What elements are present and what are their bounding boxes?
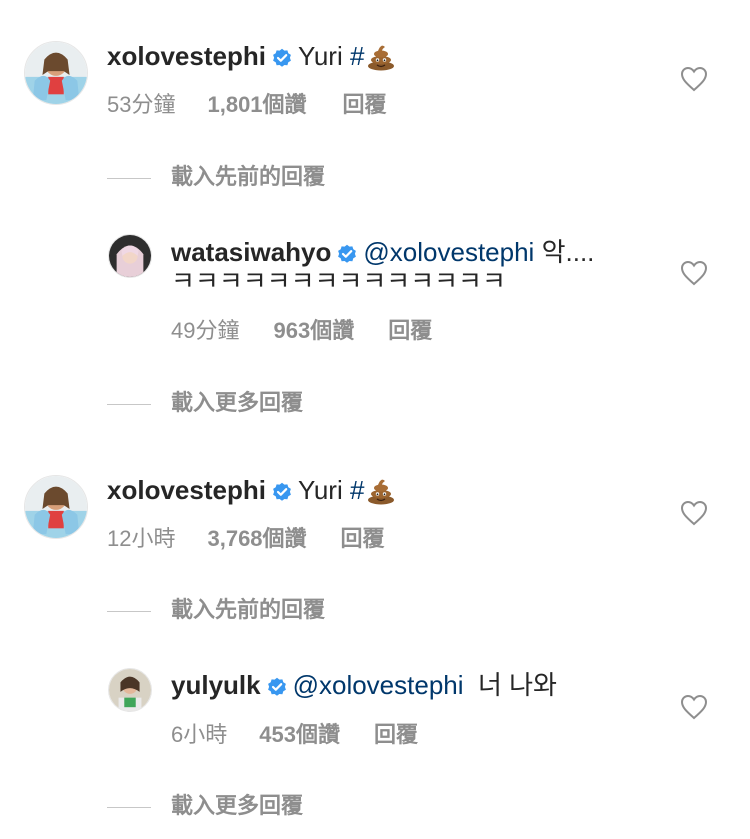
divider-dash — [107, 177, 151, 179]
reply-meta: 49分鐘 963個讚 回覆 — [171, 317, 432, 345]
reply-meta: 6小時 453個讚 回覆 — [171, 721, 418, 749]
timestamp: 49分鐘 — [171, 318, 240, 343]
timestamp: 6小時 — [171, 722, 228, 747]
username-link[interactable]: xolovestephi — [107, 41, 266, 71]
reply-body: 악.... — [541, 237, 595, 267]
divider-dash — [107, 806, 151, 808]
verified-badge-icon — [272, 478, 292, 508]
poo-emoji-icon — [366, 475, 396, 511]
load-more-label: 載入更多回覆 — [171, 793, 304, 818]
comment-text: xolovestephi Yuri # — [107, 475, 396, 511]
comment-body: Yuri — [297, 41, 343, 71]
divider-dash — [107, 403, 151, 405]
likes-count[interactable]: 3,768個讚 — [207, 525, 306, 553]
load-more-replies-button[interactable]: 載入更多回覆 — [107, 389, 303, 417]
username-link[interactable]: xolovestephi — [107, 475, 266, 505]
like-heart-icon[interactable] — [680, 694, 708, 720]
timestamp: 53分鐘 — [107, 92, 176, 117]
hashtag-link[interactable]: # — [350, 475, 364, 505]
reply-text-line2: ㅋㅋㅋㅋㅋㅋㅋㅋㅋㅋㅋㅋㅋㅋ — [171, 266, 506, 296]
verified-badge-icon — [267, 673, 287, 703]
load-more-label: 載入更多回覆 — [171, 390, 304, 415]
like-heart-icon[interactable] — [680, 500, 708, 526]
avatar[interactable] — [24, 41, 88, 105]
divider-dash — [107, 610, 151, 612]
hashtag-link[interactable]: # — [350, 41, 364, 71]
load-more-label: 載入先前的回覆 — [171, 597, 326, 622]
load-more-label: 載入先前的回覆 — [171, 164, 326, 189]
like-heart-icon[interactable] — [680, 260, 708, 286]
reply-button[interactable]: 回覆 — [374, 721, 418, 749]
username-link[interactable]: yulyulk — [171, 670, 261, 700]
comment-text: xolovestephi Yuri # — [107, 41, 396, 77]
likes-count[interactable]: 963個讚 — [273, 317, 354, 345]
verified-badge-icon — [272, 44, 292, 74]
mention-link[interactable]: @xolovestephi — [293, 670, 464, 700]
username-link[interactable]: watasiwahyo — [171, 237, 331, 267]
comment-meta: 53分鐘 1,801個讚 回覆 — [107, 91, 387, 119]
likes-count[interactable]: 1,801個讚 — [207, 91, 306, 119]
comment-body: Yuri — [297, 475, 343, 505]
comment-meta: 12小時 3,768個讚 回覆 — [107, 525, 385, 553]
timestamp: 12小時 — [107, 526, 176, 551]
avatar[interactable] — [108, 234, 152, 278]
likes-count[interactable]: 453個讚 — [259, 721, 340, 749]
poo-emoji-icon — [366, 41, 396, 77]
reply-text: yulyulk @xolovestephi 너 나와 — [171, 670, 557, 703]
reply-button[interactable]: 回覆 — [388, 317, 432, 345]
avatar[interactable] — [108, 668, 152, 712]
load-more-replies-button[interactable]: 載入更多回覆 — [107, 792, 303, 820]
reply-body: 너 나와 — [477, 670, 557, 700]
reply-button[interactable]: 回覆 — [341, 525, 385, 553]
load-previous-replies-button[interactable]: 載入先前的回覆 — [107, 163, 325, 191]
avatar[interactable] — [24, 475, 88, 539]
reply-button[interactable]: 回覆 — [343, 91, 387, 119]
mention-link[interactable]: @xolovestephi — [363, 237, 534, 267]
load-previous-replies-button[interactable]: 載入先前的回覆 — [107, 596, 325, 624]
like-heart-icon[interactable] — [680, 66, 708, 92]
